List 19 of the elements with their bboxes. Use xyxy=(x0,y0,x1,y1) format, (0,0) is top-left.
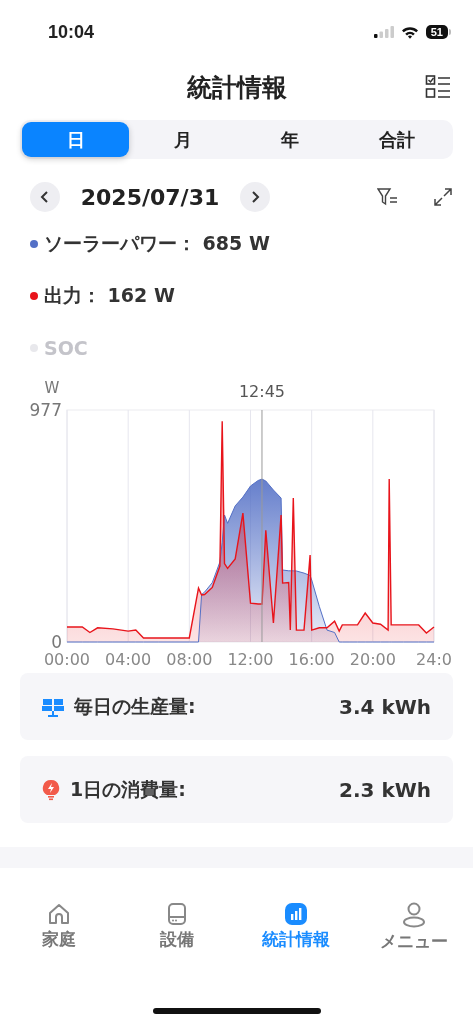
summary-value: 2.3 kWh xyxy=(339,777,431,802)
x-tick-label: 16:00 xyxy=(288,650,335,669)
y-tick-label: 977 xyxy=(29,400,62,420)
x-tick-label: 00:00 xyxy=(43,650,91,669)
x-tick-label: 24:0 xyxy=(416,650,452,669)
x-tick-label: 04:00 xyxy=(105,650,152,669)
status-time: 10:04 xyxy=(48,21,95,43)
y-tick-label: 0 xyxy=(51,632,62,652)
crosshair-time: 12:45 xyxy=(238,382,285,401)
summary-label: 毎日の生産量: xyxy=(74,693,196,719)
battery-level: 51 xyxy=(425,25,448,39)
summary-label: 1日の消費量: xyxy=(70,776,186,802)
date-label: 2025/07/31 xyxy=(79,184,221,210)
x-tick-label: 12:00 xyxy=(227,650,274,669)
axis-unit: W xyxy=(44,379,60,397)
x-tick-label: 20:00 xyxy=(349,650,396,669)
summary-value: 3.4 kWh xyxy=(339,694,431,719)
x-tick-label: 08:00 xyxy=(166,650,213,669)
page-title: 統計情報 xyxy=(186,71,287,104)
